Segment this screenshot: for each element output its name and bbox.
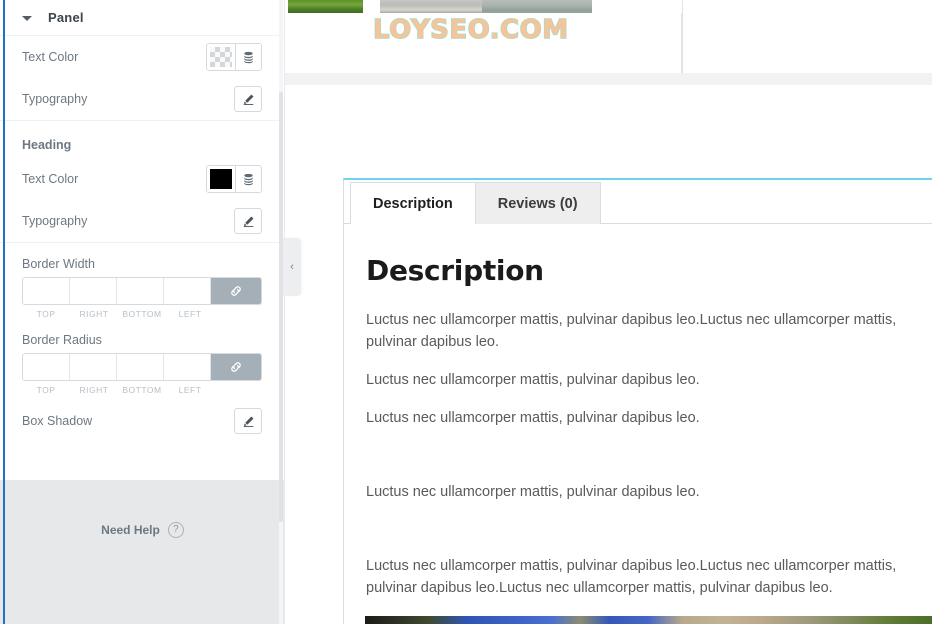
site-preview-canvas: LOYSEO.COM Description Reviews (0) Descr… — [285, 0, 932, 624]
row-heading-text-color: Text Color — [22, 158, 262, 200]
box-shadow-edit-button[interactable] — [234, 408, 262, 434]
tab-panel-description: Description Luctus nec ullamcorper matti… — [344, 224, 932, 624]
global-colors-icon[interactable] — [235, 166, 261, 192]
label-border-width: Border Width — [22, 257, 95, 271]
app-root: Panel Text Color Typography Heading Text… — [0, 0, 932, 624]
unit-top: TOP — [36, 309, 56, 319]
row-panel-text-color: Text Color — [22, 36, 262, 78]
tab-description[interactable]: Description — [350, 182, 476, 225]
global-colors-icon[interactable] — [235, 44, 261, 70]
gallery-card-right — [683, 13, 932, 73]
pencil-icon — [243, 416, 253, 427]
unit-right: RIGHT — [79, 309, 109, 319]
question-mark-icon[interactable]: ? — [167, 522, 184, 538]
unit-left: LEFT — [178, 385, 202, 395]
caret-down-icon[interactable] — [22, 13, 32, 23]
tab-description-label: Description — [373, 195, 453, 212]
product-gallery-thumbnails — [285, 0, 932, 13]
tab-reviews[interactable]: Reviews (0) — [474, 182, 601, 224]
gallery-thumb-2[interactable] — [380, 0, 488, 13]
description-paragraph-1: Luctus nec ullamcorper mattis, pulvinar … — [366, 312, 901, 350]
pencil-icon — [243, 216, 253, 227]
gallery-band-bottom — [285, 73, 932, 85]
border-width-top-input[interactable] — [23, 278, 70, 304]
link-icon — [231, 362, 241, 372]
panel-focus-indicator — [3, 0, 5, 624]
border-width-left-input[interactable] — [164, 278, 211, 304]
unit-left: LEFT — [178, 309, 202, 319]
border-width-link-toggle[interactable] — [211, 278, 261, 304]
panel-scrollbar-thumb[interactable] — [279, 92, 283, 522]
border-radius-right-input[interactable] — [70, 354, 117, 380]
editor-settings-panel: Panel Text Color Typography Heading Text… — [0, 0, 285, 624]
panel-section-title: Panel — [48, 10, 84, 25]
gallery-thumb-3[interactable] — [482, 0, 592, 13]
panel-section-header[interactable]: Panel — [0, 0, 284, 36]
row-panel-typography: Typography — [22, 78, 262, 120]
need-help-label: Need Help — [101, 523, 160, 537]
transparent-swatch-icon — [210, 47, 232, 67]
product-tabs-row: Description Reviews (0) — [344, 180, 932, 225]
heading-section-body: Heading Text Color Typography — [0, 121, 284, 242]
border-radius-left-input[interactable] — [164, 354, 211, 380]
panel-typography-edit-button[interactable] — [234, 86, 262, 112]
panel-footer: Need Help ? — [0, 480, 284, 624]
description-paragraph-5: Luctus nec ullamcorper mattis, pulvinar … — [366, 558, 901, 596]
heading-section-title: Heading — [22, 138, 72, 152]
panel-collapse-handle[interactable]: ‹ — [283, 238, 301, 296]
description-heading: Description — [366, 254, 544, 287]
border-width-units: TOP RIGHT BOTTOM LEFT — [22, 309, 262, 319]
label-heading-typography: Typography — [22, 214, 88, 228]
label-border-radius: Border Radius — [22, 333, 102, 347]
chevron-left-icon: ‹ — [290, 260, 294, 273]
label-heading-text-color: Text Color — [22, 172, 79, 186]
border-radius-top-input[interactable] — [23, 354, 70, 380]
border-width-control — [22, 277, 262, 305]
tab-reviews-label: Reviews (0) — [497, 195, 578, 212]
heading-text-color-swatch-button[interactable] — [207, 166, 235, 192]
row-heading-typography: Typography — [22, 200, 262, 242]
border-controls-section: Border Width TOP RIGHT BOTTOM LEFT Borde… — [0, 243, 284, 447]
heading-text-color-control[interactable] — [206, 165, 262, 193]
label-panel-typography: Typography — [22, 92, 88, 106]
description-paragraph-2: Luctus nec ullamcorper mattis, pulvinar … — [366, 372, 700, 388]
heading-typography-edit-button[interactable] — [234, 208, 262, 234]
unit-right: RIGHT — [79, 385, 109, 395]
unit-bottom: BOTTOM — [122, 309, 162, 319]
border-width-bottom-input[interactable] — [117, 278, 164, 304]
border-radius-link-toggle[interactable] — [211, 354, 261, 380]
label-box-shadow: Box Shadow — [22, 414, 93, 428]
unit-top: TOP — [36, 385, 56, 395]
product-tabs-block: Description Reviews (0) Description Luct… — [343, 178, 932, 624]
gallery-thumb-1[interactable] — [288, 0, 363, 13]
row-box-shadow: Box Shadow — [22, 395, 262, 447]
loyseo-watermark: LOYSEO.COM — [372, 14, 569, 46]
unit-bottom: BOTTOM — [122, 385, 162, 395]
panel-text-color-control[interactable] — [206, 43, 262, 71]
link-icon — [231, 286, 241, 296]
border-width-right-input[interactable] — [70, 278, 117, 304]
label-panel-text-color: Text Color — [22, 50, 79, 64]
need-help-button[interactable]: Need Help ? — [101, 522, 184, 538]
panel-text-color-swatch-button[interactable] — [207, 44, 235, 70]
description-paragraph-3: Luctus nec ullamcorper mattis, pulvinar … — [366, 410, 700, 426]
border-radius-control — [22, 353, 262, 381]
bottom-landscape-image — [365, 616, 932, 624]
border-radius-units: TOP RIGHT BOTTOM LEFT — [22, 385, 262, 395]
pencil-icon — [243, 94, 253, 105]
description-paragraph-4: Luctus nec ullamcorper mattis, pulvinar … — [366, 484, 700, 500]
panel-section-body: Text Color Typography — [0, 36, 284, 120]
border-radius-bottom-input[interactable] — [117, 354, 164, 380]
black-swatch-icon — [210, 169, 232, 189]
